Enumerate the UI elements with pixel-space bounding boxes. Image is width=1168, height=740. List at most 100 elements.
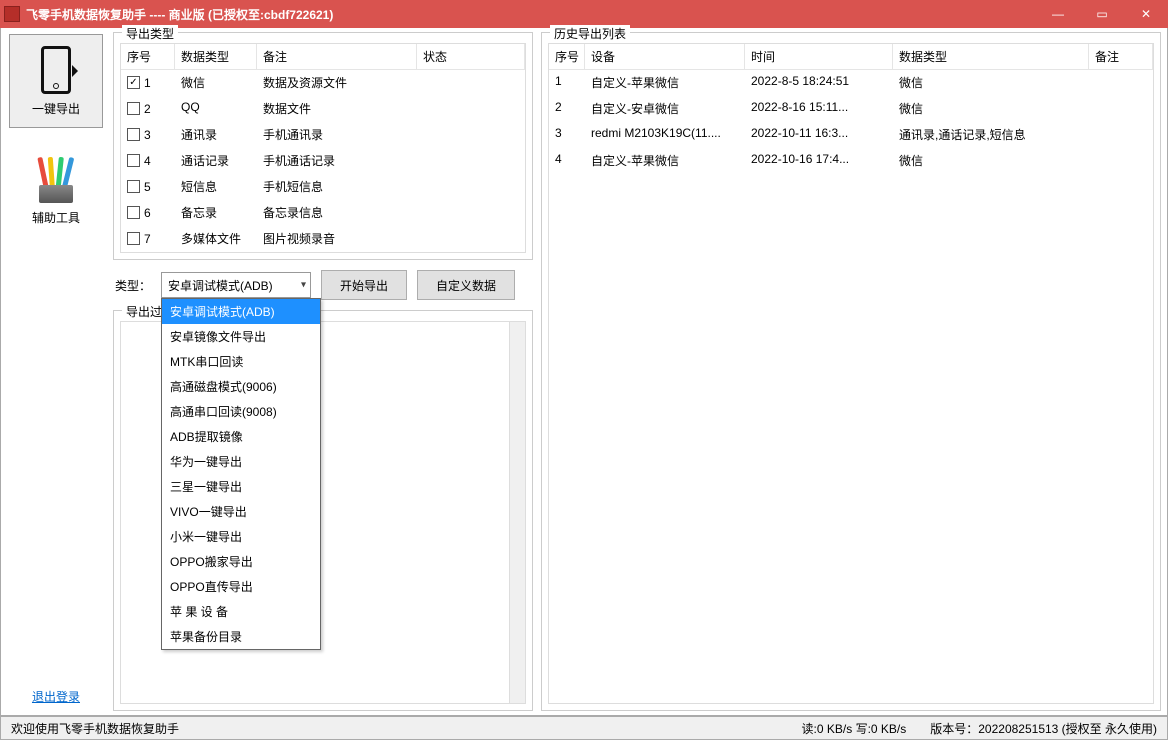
row-checkbox[interactable] bbox=[127, 154, 140, 167]
row-status bbox=[417, 226, 525, 251]
row-type: 通话记录 bbox=[175, 148, 257, 173]
dropdown-option[interactable]: 三星一键导出 bbox=[162, 474, 320, 499]
col-device[interactable]: 设备 bbox=[585, 44, 745, 69]
col-remark[interactable]: 备注 bbox=[257, 44, 417, 69]
dropdown-option[interactable]: 安卓镜像文件导出 bbox=[162, 324, 320, 349]
dropdown-option[interactable]: 苹果备份目录 bbox=[162, 624, 320, 649]
row-index: 3 bbox=[144, 128, 151, 142]
row-checkbox[interactable] bbox=[127, 180, 140, 193]
row-device: 自定义-安卓微信 bbox=[585, 96, 745, 121]
row-type: 微信 bbox=[893, 148, 1089, 173]
sidebar-item-label: 一键导出 bbox=[32, 100, 80, 117]
table-row[interactable]: 1微信数据及资源文件 bbox=[121, 70, 525, 96]
row-status bbox=[417, 174, 525, 199]
row-time: 2022-8-16 15:11... bbox=[745, 96, 893, 121]
table-row[interactable]: 5 短信息手机短信息 bbox=[121, 174, 525, 200]
row-time: 2022-10-11 16:3... bbox=[745, 122, 893, 147]
dropdown-option[interactable]: ADB提取镜像 bbox=[162, 424, 320, 449]
row-checkbox[interactable] bbox=[127, 76, 140, 89]
sidebar-item-tools[interactable]: 辅助工具 bbox=[9, 144, 103, 238]
status-net: 读:0 KB/s 写:0 KB/s bbox=[802, 720, 907, 737]
row-remark: 手机通讯录 bbox=[257, 122, 417, 147]
titlebar: 飞零手机数据恢复助手 ---- 商业版 (已授权至:cbdf722621) — … bbox=[0, 0, 1168, 28]
dropdown-option[interactable]: VIVO一键导出 bbox=[162, 499, 320, 524]
col-status[interactable]: 状态 bbox=[417, 44, 525, 69]
start-export-button[interactable]: 开始导出 bbox=[321, 270, 407, 300]
dropdown-option[interactable]: OPPO直传导出 bbox=[162, 574, 320, 599]
export-type-table: 序号 数据类型 备注 状态 1微信数据及资源文件2QQ数据文件3通讯录手机通讯录… bbox=[120, 43, 526, 253]
row-index: 6 bbox=[144, 206, 151, 220]
table-row[interactable]: 4通话记录手机通话记录 bbox=[121, 148, 525, 174]
maximize-button[interactable]: ▭ bbox=[1080, 0, 1124, 28]
row-index: 7 bbox=[144, 232, 151, 246]
row-status bbox=[417, 148, 525, 173]
dropdown-option[interactable]: OPPO搬家导出 bbox=[162, 549, 320, 574]
col-index[interactable]: 序号 bbox=[549, 44, 585, 69]
row-checkbox[interactable] bbox=[127, 232, 140, 245]
row-checkbox[interactable] bbox=[127, 206, 140, 219]
row-time: 2022-8-5 18:24:51 bbox=[745, 70, 893, 95]
row-status bbox=[417, 122, 525, 147]
row-device: 自定义-苹果微信 bbox=[585, 148, 745, 173]
window-title: 飞零手机数据恢复助手 ---- 商业版 (已授权至:cbdf722621) bbox=[26, 6, 1036, 23]
scrollbar[interactable] bbox=[509, 322, 525, 703]
col-type[interactable]: 数据类型 bbox=[175, 44, 257, 69]
row-remark bbox=[1089, 122, 1153, 147]
history-group: 历史导出列表 序号 设备 时间 数据类型 备注 1自定义-苹果微信2022-8-… bbox=[541, 32, 1161, 711]
main-content: 一键导出 辅助工具 退出登录 导出类型 序号 数据类型 备注 bbox=[0, 28, 1168, 716]
dropdown-option[interactable]: 苹 果 设 备 bbox=[162, 599, 320, 624]
sidebar-item-export[interactable]: 一键导出 bbox=[9, 34, 103, 128]
dropdown-option[interactable]: 华为一键导出 bbox=[162, 449, 320, 474]
row-type: 多媒体文件 bbox=[175, 226, 257, 251]
status-version: 版本号：202208251513 (授权至 永久使用) bbox=[930, 720, 1157, 737]
row-remark: 手机短信息 bbox=[257, 174, 417, 199]
row-type: 微信 bbox=[175, 70, 257, 95]
custom-data-button[interactable]: 自定义数据 bbox=[417, 270, 515, 300]
dropdown-option[interactable]: 高通串口回读(9008) bbox=[162, 399, 320, 424]
col-remark[interactable]: 备注 bbox=[1089, 44, 1153, 69]
phone-export-icon bbox=[41, 46, 71, 94]
dropdown-option[interactable]: 小米一键导出 bbox=[162, 524, 320, 549]
table-row[interactable]: 3通讯录手机通讯录 bbox=[121, 122, 525, 148]
table-row[interactable]: 1自定义-苹果微信2022-8-5 18:24:51微信 bbox=[549, 70, 1153, 96]
row-index: 2 bbox=[549, 96, 585, 121]
dropdown-option[interactable]: 安卓调试模式(ADB) bbox=[162, 299, 320, 324]
type-dropdown[interactable]: 安卓调试模式(ADB)安卓镜像文件导出MTK串口回读高通磁盘模式(9006)高通… bbox=[161, 298, 321, 650]
pencils-icon bbox=[33, 157, 79, 203]
row-index: 2 bbox=[144, 102, 151, 116]
row-index: 4 bbox=[144, 154, 151, 168]
type-combo-value: 安卓调试模式(ADB) bbox=[168, 277, 273, 294]
col-type[interactable]: 数据类型 bbox=[893, 44, 1089, 69]
status-bar: 欢迎使用飞零手机数据恢复助手 读:0 KB/s 写:0 KB/s 版本号：202… bbox=[0, 716, 1168, 740]
table-row[interactable]: 7 多媒体文件图片视频录音 bbox=[121, 226, 525, 252]
row-remark: 数据及资源文件 bbox=[257, 70, 417, 95]
status-welcome: 欢迎使用飞零手机数据恢复助手 bbox=[11, 720, 179, 737]
row-type: QQ bbox=[175, 96, 257, 121]
controls-row: 类型： 安卓调试模式(ADB) ▾ 安卓调试模式(ADB)安卓镜像文件导出MTK… bbox=[113, 266, 533, 304]
row-type: 微信 bbox=[893, 70, 1089, 95]
group-legend: 导出类型 bbox=[122, 25, 178, 42]
close-button[interactable]: ✕ bbox=[1124, 0, 1168, 28]
logout-link[interactable]: 退出登录 bbox=[32, 688, 80, 705]
row-checkbox[interactable] bbox=[127, 128, 140, 141]
dropdown-option[interactable]: 高通磁盘模式(9006) bbox=[162, 374, 320, 399]
col-index[interactable]: 序号 bbox=[121, 44, 175, 69]
table-row[interactable]: 6备忘录备忘录信息 bbox=[121, 200, 525, 226]
row-status bbox=[417, 96, 525, 121]
row-checkbox[interactable] bbox=[127, 102, 140, 115]
row-type: 通讯录,通话记录,短信息 bbox=[893, 122, 1089, 147]
table-row[interactable]: 2QQ数据文件 bbox=[121, 96, 525, 122]
table-row[interactable]: 4自定义-苹果微信2022-10-16 17:4...微信 bbox=[549, 148, 1153, 174]
row-remark: 图片视频录音 bbox=[257, 226, 417, 251]
row-index: 1 bbox=[549, 70, 585, 95]
row-device: 自定义-苹果微信 bbox=[585, 70, 745, 95]
dropdown-option[interactable]: MTK串口回读 bbox=[162, 349, 320, 374]
col-time[interactable]: 时间 bbox=[745, 44, 893, 69]
minimize-button[interactable]: — bbox=[1036, 0, 1080, 28]
row-index: 5 bbox=[144, 180, 151, 194]
table-row[interactable]: 3redmi M2103K19C(11....2022-10-11 16:3..… bbox=[549, 122, 1153, 148]
left-column: 导出类型 序号 数据类型 备注 状态 1微信数据及资源文件2QQ数据文件3通讯录… bbox=[113, 32, 533, 711]
table-row[interactable]: 2自定义-安卓微信2022-8-16 15:11...微信 bbox=[549, 96, 1153, 122]
type-combo[interactable]: 安卓调试模式(ADB) ▾ bbox=[161, 272, 311, 298]
row-type: 短信息 bbox=[175, 174, 257, 199]
